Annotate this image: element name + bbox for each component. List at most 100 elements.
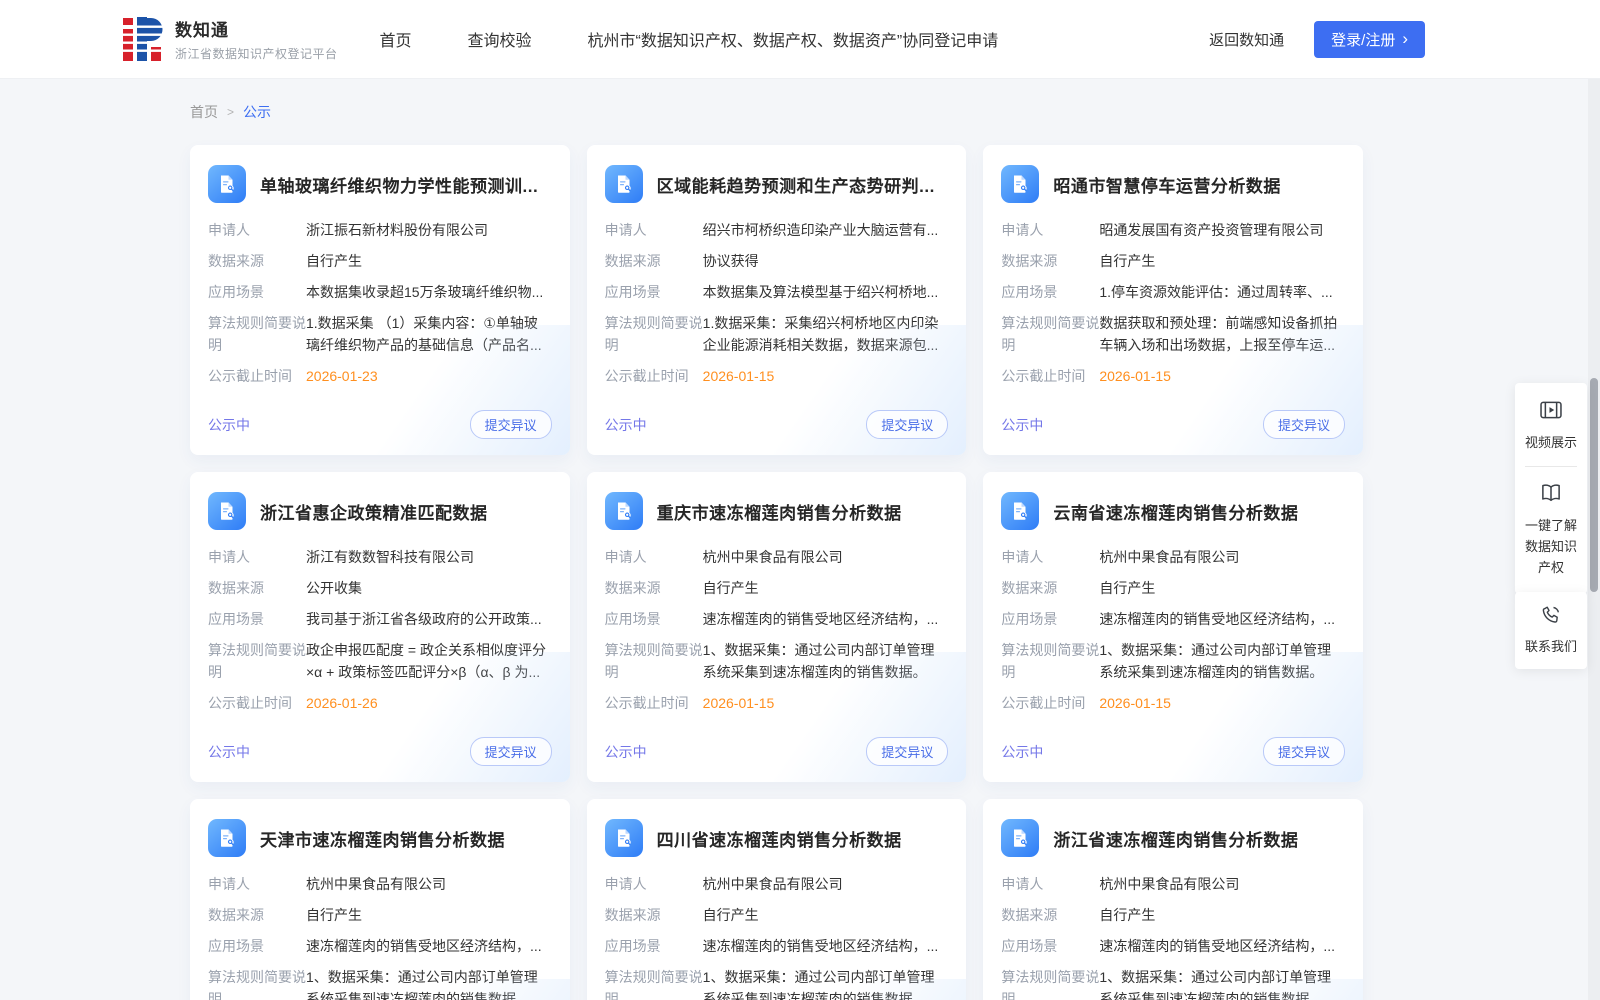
field-label-source: 数据来源 (605, 577, 703, 599)
login-register-button[interactable]: 登录/注册 › (1314, 21, 1425, 58)
page: { "colors": { "accent_blue": "#3D6EF2", … (0, 0, 1600, 1000)
publicity-card: 浙江省速冻榴莲肉销售分析数据 申请人杭州中果食品有限公司 数据来源自行产生 应用… (983, 799, 1363, 1000)
applicant-value: 杭州中果食品有限公司 (1099, 546, 1345, 568)
brand[interactable]: 数知通 浙江省数据知识产权登记平台 (123, 16, 338, 62)
field-label-deadline: 公示截止时间 (208, 365, 306, 387)
card-title[interactable]: 单轴玻璃纤维织物力学性能预测训... (260, 172, 538, 197)
algorithm-value: 政企申报匹配度 = 政企关系相似度评分×α + 政策标签匹配评分×β（α、β 为… (306, 639, 552, 683)
submit-objection-button[interactable]: 提交异议 (470, 737, 552, 766)
contact-us-item[interactable]: 联系我们 (1521, 603, 1581, 657)
panel-divider (1525, 466, 1577, 467)
scenario-value: 速冻榴莲肉的销售受地区经济结构，... (306, 935, 552, 957)
deadline-value: 2026-01-15 (703, 365, 949, 387)
dataset-document-search-icon (208, 819, 246, 857)
dataset-document-search-icon (208, 165, 246, 203)
field-label-deadline: 公示截止时间 (208, 692, 306, 714)
dataset-document-search-icon (1001, 492, 1039, 530)
field-label-algorithm: 算法规则简要说明 (605, 966, 703, 1000)
card-title[interactable]: 昭通市智慧停车运营分析数据 (1053, 172, 1281, 197)
scenario-value: 速冻榴莲肉的销售受地区经济结构，... (1099, 935, 1345, 957)
back-to-shuzhitong-link[interactable]: 返回数知通 (1209, 29, 1284, 50)
brand-subtitle: 浙江省数据知识产权登记平台 (175, 45, 338, 62)
publicity-card: 天津市速冻榴莲肉销售分析数据 申请人杭州中果食品有限公司 数据来源自行产生 应用… (190, 799, 570, 1000)
card-title[interactable]: 四川省速冻榴莲肉销售分析数据 (657, 826, 902, 851)
card-title[interactable]: 天津市速冻榴莲肉销售分析数据 (260, 826, 505, 851)
publicity-card: 单轴玻璃纤维织物力学性能预测训... 申请人浙江振石新材料股份有限公司 数据来源… (190, 145, 570, 455)
field-label-deadline: 公示截止时间 (1001, 365, 1099, 387)
dataset-document-search-icon (1001, 819, 1039, 857)
source-value: 自行产生 (703, 904, 949, 926)
field-label-deadline: 公示截止时间 (605, 692, 703, 714)
learn-data-ip-item[interactable]: 一键了解数据知识产权 (1521, 480, 1581, 578)
dataset-document-search-icon (208, 492, 246, 530)
breadcrumb-current-publicity[interactable]: 公示 (243, 102, 271, 122)
dataset-document-search-icon (605, 165, 643, 203)
field-label-source: 数据来源 (605, 250, 703, 272)
deadline-value: 2026-01-23 (306, 365, 552, 387)
applicant-value: 杭州中果食品有限公司 (306, 873, 552, 895)
algorithm-value: 1、数据采集：通过公司内部订单管理系统采集到速冻榴莲肉的销售数据。2、... (1099, 639, 1345, 683)
algorithm-value: 数据获取和预处理：前端感知设备抓拍车辆入场和出场数据，上报至停车运... (1099, 312, 1345, 356)
field-label-scenario: 应用场景 (605, 281, 703, 303)
source-value: 自行产生 (703, 577, 949, 599)
card-title[interactable]: 浙江省速冻榴莲肉销售分析数据 (1053, 826, 1298, 851)
chevron-right-icon: › (1402, 33, 1408, 45)
card-title[interactable]: 浙江省惠企政策精准匹配数据 (260, 499, 488, 524)
scrollbar-thumb[interactable] (1590, 378, 1598, 592)
submit-objection-button[interactable]: 提交异议 (1263, 737, 1345, 766)
source-value: 协议获得 (703, 250, 949, 272)
nav-item-home[interactable]: 首页 (380, 27, 412, 51)
field-label-algorithm: 算法规则简要说明 (605, 639, 703, 683)
applicant-value: 浙江振石新材料股份有限公司 (306, 219, 552, 241)
field-label-applicant: 申请人 (208, 546, 306, 568)
publicity-card: 四川省速冻榴莲肉销售分析数据 申请人杭州中果食品有限公司 数据来源自行产生 应用… (587, 799, 967, 1000)
video-player-icon (1538, 397, 1564, 423)
field-label-scenario: 应用场景 (1001, 608, 1099, 630)
video-showcase-label: 视频展示 (1521, 432, 1581, 453)
card-title[interactable]: 区域能耗趋势预测和生产态势研判... (657, 172, 935, 197)
field-label-source: 数据来源 (208, 904, 306, 926)
status-badge: 公示中 (1001, 415, 1043, 435)
deadline-value: 2026-01-15 (1099, 365, 1345, 387)
source-value: 自行产生 (306, 904, 552, 926)
status-badge: 公示中 (605, 742, 647, 762)
submit-objection-button[interactable]: 提交异议 (866, 737, 948, 766)
video-showcase-item[interactable]: 视频展示 (1521, 397, 1581, 453)
breadcrumb: 首页 > 公示 (190, 102, 1600, 122)
card-title[interactable]: 重庆市速冻榴莲肉销售分析数据 (657, 499, 902, 524)
nav-item-hangzhou-joint-registration[interactable]: 杭州市“数据知识产权、数据产权、数据资产”协同登记申请 (588, 27, 999, 51)
algorithm-value: 1、数据采集：通过公司内部订单管理系统采集到速冻榴莲肉的销售数据。2、... (703, 639, 949, 683)
field-label-algorithm: 算法规则简要说明 (1001, 639, 1099, 683)
applicant-value: 杭州中果食品有限公司 (703, 873, 949, 895)
submit-objection-button[interactable]: 提交异议 (1263, 410, 1345, 439)
submit-objection-button[interactable]: 提交异议 (470, 410, 552, 439)
field-label-applicant: 申请人 (208, 873, 306, 895)
publicity-card: 浙江省惠企政策精准匹配数据 申请人浙江有数数智科技有限公司 数据来源公开收集 应… (190, 472, 570, 782)
source-value: 自行产生 (1099, 904, 1345, 926)
card-title[interactable]: 云南省速冻榴莲肉销售分析数据 (1053, 499, 1298, 524)
top-header: 数知通 浙江省数据知识产权登记平台 首页 查询校验 杭州市“数据知识产权、数据产… (0, 0, 1600, 78)
field-label-source: 数据来源 (208, 577, 306, 599)
nav-item-query-check[interactable]: 查询校验 (468, 27, 532, 51)
field-label-algorithm: 算法规则简要说明 (1001, 966, 1099, 1000)
publicity-card: 云南省速冻榴莲肉销售分析数据 申请人杭州中果食品有限公司 数据来源自行产生 应用… (983, 472, 1363, 782)
applicant-value: 浙江有数数智科技有限公司 (306, 546, 552, 568)
breadcrumb-home[interactable]: 首页 (190, 102, 218, 122)
dataset-document-search-icon (605, 492, 643, 530)
field-label-scenario: 应用场景 (208, 608, 306, 630)
publicity-cards-grid: 单轴玻璃纤维织物力学性能预测训... 申请人 浙江振石新材料股份有限公司 数据来源… (190, 145, 1363, 1000)
field-label-source: 数据来源 (605, 904, 703, 926)
status-badge: 公示中 (1001, 742, 1043, 762)
publicity-card: 区域能耗趋势预测和生产态势研判... 申请人绍兴市柯桥织造印染产业大脑运营有..… (587, 145, 967, 455)
field-label-deadline: 公示截止时间 (605, 365, 703, 387)
field-label-applicant: 申请人 (605, 546, 703, 568)
scenario-value: 我司基于浙江省各级政府的公开政策... (306, 608, 552, 630)
status-badge: 公示中 (208, 415, 250, 435)
field-label-algorithm: 算法规则简要说明 (208, 966, 306, 1000)
scenario-value: 速冻榴莲肉的销售受地区经济结构，... (703, 608, 949, 630)
scenario-value: 本数据集收录超15万条玻璃纤维织物... (306, 281, 552, 303)
submit-objection-button[interactable]: 提交异议 (866, 410, 948, 439)
open-book-icon (1538, 480, 1564, 506)
field-label-scenario: 应用场景 (208, 935, 306, 957)
source-value: 自行产生 (1099, 250, 1345, 272)
